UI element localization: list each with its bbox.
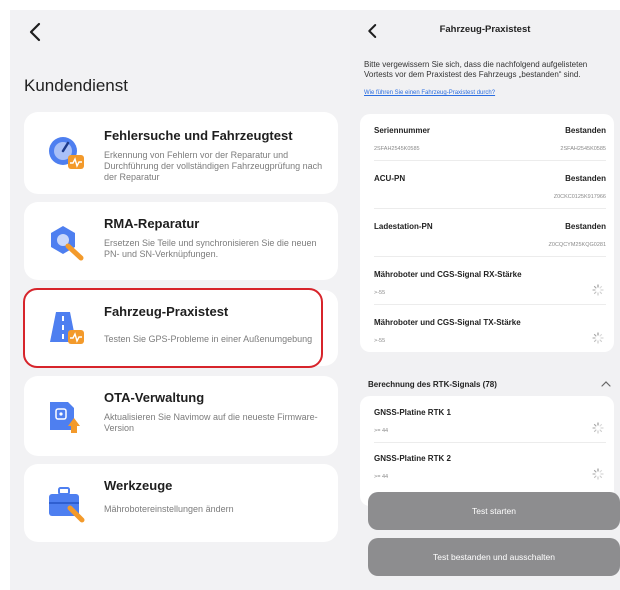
row-label: Mähroboter und CGS-Signal RX-Stärke (374, 270, 522, 279)
status-badge: Bestanden (565, 126, 606, 135)
divider (374, 304, 606, 305)
page-title: Kundendienst (24, 76, 128, 95)
threshold-value: >-55 (374, 290, 386, 296)
card-title: Fehlersuche und Fahrzeugtest (104, 128, 293, 143)
status-badge: Bestanden (565, 222, 606, 231)
card-title: RMA-Reparatur (104, 216, 200, 231)
row-label: GNSS-Platine RTK 2 (374, 454, 451, 463)
intro-text: Bitte vergewissern Sie sich, dass die na… (364, 60, 588, 79)
divider (374, 442, 606, 443)
card-diagnostics[interactable]: Fehlersuche und Fahrzeugtest Erkennung v… (24, 112, 338, 194)
loading-spinner-icon (592, 468, 604, 480)
rtk-row-2: GNSS-Platine RTK 2 >= 44 (374, 454, 606, 480)
divider (374, 256, 606, 257)
field-test-screen: Fahrzeug-Praxistest Bitte vergewissern S… (350, 10, 620, 590)
diagnostic-gauge-icon (49, 137, 84, 169)
highlight-frame (23, 288, 323, 368)
loading-spinner-icon (592, 422, 604, 434)
service-menu-screen: Kundendienst Fehlersuche und Fahrzeugtes… (10, 10, 350, 590)
row-label: Ladestation-PN (374, 222, 433, 231)
rtk-row-1: GNSS-Platine RTK 1 >= 44 (374, 408, 606, 434)
actual-value: 2SFAH2545K0585 (560, 146, 606, 152)
status-badge: Bestanden (565, 174, 606, 183)
how-to-link[interactable]: Wie führen Sie einen Fahrzeug-Praxistest… (364, 90, 495, 96)
card-description: Ersetzen Sie Teile und synchronisieren S… (104, 238, 317, 259)
pretest-row-acu: ACU-PN Bestanden Z0CKC0125K917966 (374, 174, 606, 200)
pretest-panel: Seriennummer Bestanden 2SFAH2545K0585 2S… (360, 114, 614, 352)
row-label: Seriennummer (374, 126, 431, 135)
row-label: GNSS-Platine RTK 1 (374, 408, 451, 417)
row-label: ACU-PN (374, 174, 406, 183)
card-title: OTA-Verwaltung (104, 390, 205, 405)
actual-value: Z0CQCYM25KQG0281 (548, 242, 606, 248)
start-test-button[interactable]: Test starten (368, 492, 620, 530)
threshold-value: >= 44 (374, 428, 389, 434)
rtk-panel: GNSS-Platine RTK 1 >= 44 GNSS-Platine RT… (360, 396, 614, 506)
card-ota[interactable]: OTA-Verwaltung Aktualisieren Sie Navimow… (24, 376, 338, 456)
card-description: Aktualisieren Sie Navimow auf die neuest… (104, 412, 318, 433)
expected-value: 2SFAH2545K0585 (374, 146, 420, 152)
card-title: Werkzeuge (104, 478, 173, 493)
card-rma-repair[interactable]: RMA-Reparatur Ersetzen Sie Teile und syn… (24, 202, 338, 280)
threshold-value: >= 44 (374, 474, 389, 480)
row-label: Mähroboter und CGS-Signal TX-Stärke (374, 318, 521, 327)
card-description: Erkennung von Fehlern vor der Reparatur … (104, 150, 323, 182)
pass-and-shutdown-button[interactable]: Test bestanden und ausschalten (368, 538, 620, 576)
back-arrow-icon[interactable] (24, 20, 48, 44)
chevron-up-icon[interactable] (600, 378, 612, 390)
threshold-value: >-55 (374, 338, 386, 344)
card-description: Mähroboter­einstellungen ändern (104, 504, 234, 514)
pretest-row-serial: Seriennummer Bestanden 2SFAH2545K0585 2S… (374, 126, 606, 152)
rtk-section-title: Berechnung des RTK-Signals (78) (368, 380, 497, 389)
divider (374, 160, 606, 161)
toolbox-icon (49, 487, 85, 523)
header-bar: Fahrzeug-Praxistest (350, 10, 620, 54)
loading-spinner-icon (592, 284, 604, 296)
pretest-row-tx: Mähroboter und CGS-Signal TX-Stärke >-55 (374, 318, 606, 344)
card-tools[interactable]: Werkzeuge Mähroboter­einstellungen änder… (24, 464, 338, 542)
pretest-row-station: Ladestation-PN Bestanden Z0CQCYM25KQG028… (374, 222, 606, 248)
ota-update-icon (50, 402, 80, 433)
loading-spinner-icon (592, 332, 604, 344)
pretest-row-rx: Mähroboter und CGS-Signal RX-Stärke >-55 (374, 270, 606, 296)
actual-value: Z0CKC0125K917966 (553, 194, 606, 200)
page-title: Fahrzeug-Praxistest (439, 24, 531, 35)
divider (374, 208, 606, 209)
repair-wrench-icon (51, 226, 84, 261)
